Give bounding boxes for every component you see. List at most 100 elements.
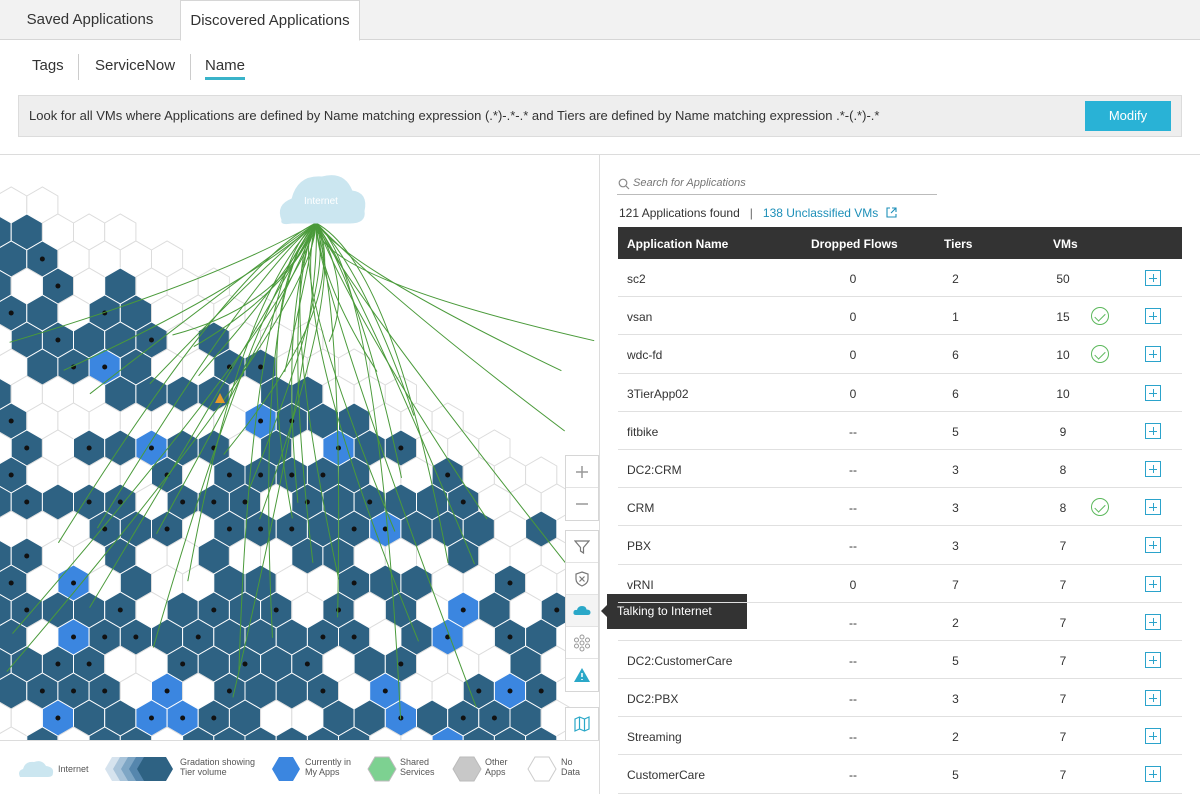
table-row[interactable]: Streaming -- 2 7 bbox=[618, 717, 1182, 756]
node-dot bbox=[102, 634, 108, 640]
application-name: sc2 bbox=[627, 272, 646, 286]
tab-saved-applications[interactable]: Saved Applications bbox=[0, 0, 180, 40]
dropped-flows-value: -- bbox=[849, 730, 857, 745]
dropped-flows-value: 0 bbox=[849, 386, 857, 401]
tab-tags[interactable]: Tags bbox=[32, 57, 64, 74]
cluster-button[interactable] bbox=[566, 627, 598, 659]
shield-button[interactable] bbox=[566, 563, 598, 595]
node-dot bbox=[538, 688, 544, 694]
node-dot bbox=[320, 688, 326, 694]
check-circle-icon bbox=[1091, 498, 1109, 517]
dropped-flows-value: 0 bbox=[849, 348, 857, 363]
legend-gradation-swatch bbox=[105, 757, 173, 781]
tab-name[interactable]: Name bbox=[205, 57, 246, 80]
check-circle-icon bbox=[1091, 345, 1109, 364]
application-name: vsan bbox=[627, 310, 653, 325]
tiers-value: 5 bbox=[952, 424, 959, 439]
node-dot bbox=[398, 445, 404, 451]
node-dot bbox=[180, 715, 186, 721]
table-row[interactable]: fitbike -- 5 9 bbox=[618, 412, 1182, 450]
table-row[interactable]: sc2 0 2 50 bbox=[618, 259, 1182, 298]
table-row[interactable]: PBX -- 3 7 bbox=[618, 526, 1182, 565]
add-to-my-apps-button[interactable] bbox=[1145, 499, 1161, 516]
vms-value: 10 bbox=[1056, 386, 1070, 401]
add-to-my-apps-button[interactable] bbox=[1145, 537, 1161, 554]
filter-button[interactable] bbox=[566, 531, 598, 563]
tiers-value: 3 bbox=[952, 692, 959, 707]
table-row[interactable]: CustomerCare -- 5 7 bbox=[618, 755, 1182, 794]
search-box[interactable] bbox=[617, 174, 937, 195]
dropped-flows-value: -- bbox=[849, 501, 857, 516]
column-header-vms[interactable]: VMs bbox=[1053, 237, 1078, 251]
add-to-my-apps-button[interactable] bbox=[1145, 422, 1161, 439]
table-row[interactable]: -- 2 7 bbox=[618, 603, 1182, 641]
add-to-my-apps-button[interactable] bbox=[1145, 270, 1161, 286]
dropped-flows-value: -- bbox=[849, 424, 857, 439]
add-to-my-apps-button[interactable] bbox=[1145, 575, 1161, 592]
node-dot bbox=[491, 715, 497, 721]
add-to-my-apps-button[interactable] bbox=[1145, 651, 1161, 668]
dropped-flows-value: -- bbox=[849, 539, 857, 554]
application-topology-graph[interactable]: Internet bbox=[0, 155, 599, 740]
external-link-icon[interactable] bbox=[886, 207, 897, 218]
tab-servicenow[interactable]: ServiceNow bbox=[95, 57, 175, 74]
internet-button[interactable] bbox=[566, 595, 598, 627]
node-dot bbox=[554, 607, 560, 613]
node-dot bbox=[289, 526, 295, 532]
table-row[interactable]: wdc-fd 0 6 10 bbox=[618, 335, 1182, 374]
application-name: PBX bbox=[627, 539, 652, 554]
plus-icon bbox=[576, 465, 588, 478]
tab-discovered-applications[interactable]: Discovered Applications bbox=[180, 0, 360, 41]
search-input[interactable] bbox=[633, 177, 923, 189]
alert-button[interactable] bbox=[566, 659, 598, 691]
add-to-my-apps-button[interactable] bbox=[1145, 384, 1161, 401]
table-row[interactable]: vRNI 0 7 7 bbox=[618, 565, 1182, 603]
table-row[interactable]: 3TierApp02 0 6 10 bbox=[618, 374, 1182, 412]
node-dot bbox=[133, 634, 139, 640]
map-button[interactable] bbox=[566, 708, 598, 740]
tiers-value: 5 bbox=[952, 768, 959, 783]
map-toolbar bbox=[565, 707, 599, 741]
table-row[interactable]: DC2:PBX -- 3 7 bbox=[618, 679, 1182, 718]
vms-value: 7 bbox=[1059, 577, 1067, 592]
add-to-my-apps-button[interactable] bbox=[1145, 460, 1161, 477]
node-dot bbox=[507, 688, 513, 694]
tiers-value: 2 bbox=[952, 615, 959, 630]
application-name: 3TierApp02 bbox=[627, 386, 689, 401]
column-header-name[interactable]: Application Name bbox=[627, 237, 728, 251]
internet-node[interactable]: Internet bbox=[279, 175, 366, 225]
table-row[interactable]: CRM -- 3 8 bbox=[618, 488, 1182, 527]
node-dot bbox=[71, 580, 77, 586]
zoom-out-button[interactable] bbox=[566, 488, 598, 520]
unclassified-vms-link[interactable]: 138 Unclassified VMs bbox=[763, 206, 878, 220]
topology-canvas[interactable]: Internet bbox=[0, 155, 599, 740]
column-header-tiers[interactable]: Tiers bbox=[944, 237, 972, 251]
legend-shared-label: Shared Services bbox=[400, 757, 435, 777]
node-dot bbox=[211, 715, 217, 721]
add-to-my-apps-button[interactable] bbox=[1145, 690, 1161, 707]
node-dot bbox=[117, 607, 123, 613]
add-to-my-apps-button[interactable] bbox=[1145, 613, 1161, 630]
node-dot bbox=[273, 607, 279, 613]
column-header-dropped-flows[interactable]: Dropped Flows bbox=[811, 237, 898, 251]
node-dot bbox=[460, 715, 466, 721]
zoom-in-button[interactable] bbox=[566, 456, 598, 488]
add-to-my-apps-button[interactable] bbox=[1145, 308, 1161, 325]
node-dot bbox=[226, 472, 232, 478]
legend-my-apps-swatch bbox=[272, 757, 300, 781]
tiers-value: 2 bbox=[952, 272, 959, 286]
node-dot bbox=[304, 661, 310, 667]
node-dot bbox=[24, 553, 30, 559]
table-row[interactable]: vsan 0 1 15 bbox=[618, 297, 1182, 336]
modify-button[interactable]: Modify bbox=[1085, 101, 1171, 131]
table-row[interactable]: DC2:CRM -- 3 8 bbox=[618, 450, 1182, 489]
node-dot bbox=[8, 580, 14, 586]
internet-flow-line bbox=[315, 222, 562, 372]
table-row[interactable]: DC2:CustomerCare -- 5 7 bbox=[618, 641, 1182, 680]
add-to-my-apps-button[interactable] bbox=[1145, 346, 1161, 363]
dropped-flows-value: -- bbox=[849, 768, 857, 783]
add-to-my-apps-button[interactable] bbox=[1145, 728, 1161, 745]
node-dot bbox=[258, 364, 264, 370]
add-to-my-apps-button[interactable] bbox=[1145, 766, 1161, 783]
tiers-value: 1 bbox=[952, 310, 959, 325]
